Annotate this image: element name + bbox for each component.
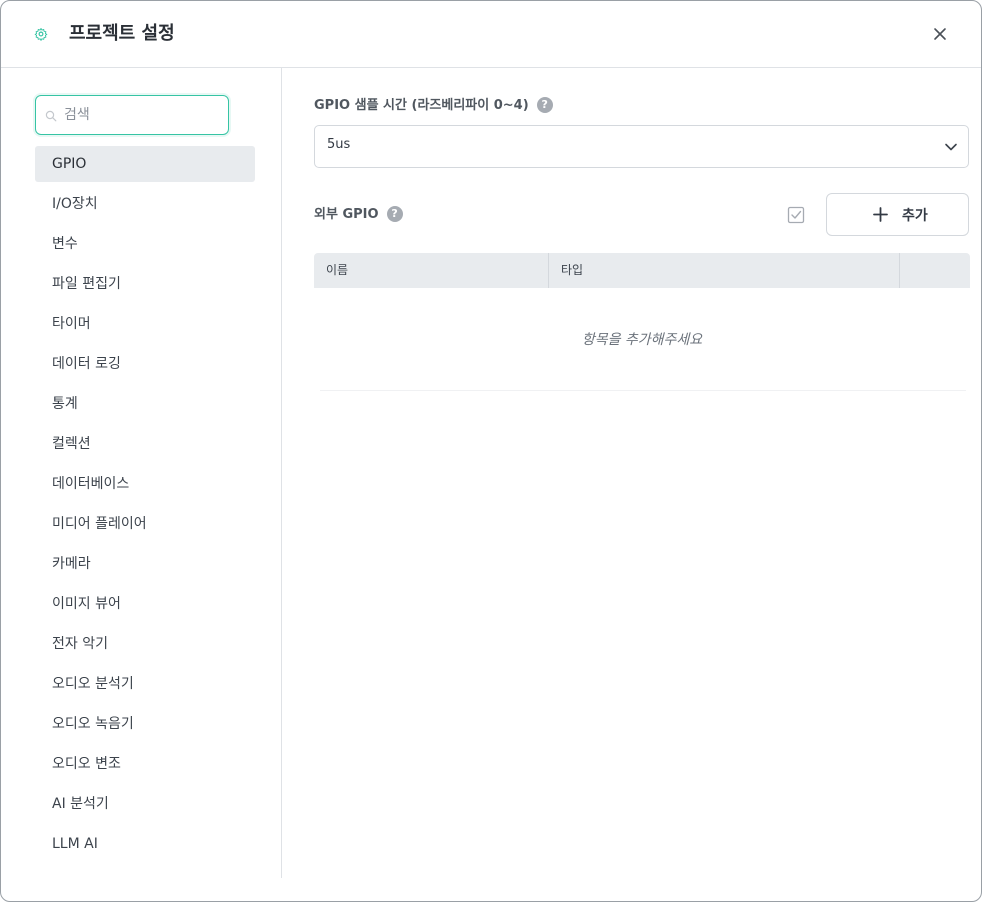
- sample-time-select[interactable]: 5us: [314, 125, 969, 168]
- column-header-actions: [900, 253, 970, 288]
- help-icon[interactable]: ?: [536, 96, 553, 113]
- search-box[interactable]: [35, 95, 229, 135]
- settings-sidebar: GPIO I/O장치변수파일 편집기타이머데이터 로깅통계컬렉션데이터베이스미디어…: [1, 68, 282, 878]
- sidebar-item[interactable]: 데이터베이스: [35, 466, 255, 502]
- sidebar-item[interactable]: 오디오 변조: [35, 746, 255, 782]
- check-all-icon[interactable]: [787, 206, 805, 224]
- close-icon[interactable]: [931, 25, 949, 43]
- sidebar-item[interactable]: 미디어 플레이어: [35, 506, 255, 542]
- sidebar-item[interactable]: LLM AI: [35, 826, 255, 862]
- plus-icon: [873, 207, 888, 222]
- sidebar-item[interactable]: GPIO: [35, 146, 255, 182]
- sidebar-item[interactable]: 변수: [35, 226, 255, 262]
- chevron-down-icon: [945, 143, 957, 151]
- sidebar-item[interactable]: 오디오 분석기: [35, 666, 255, 702]
- sidebar-item[interactable]: I/O장치: [35, 186, 255, 222]
- sidebar-item[interactable]: 카메라: [35, 546, 255, 582]
- help-icon[interactable]: ?: [386, 205, 403, 222]
- sidebar-item[interactable]: 데이터 로깅: [35, 346, 255, 382]
- sample-time-label: GPIO 샘플 시간 (라즈베리파이 0~4)?: [314, 96, 553, 116]
- table-empty-message: 항목을 추가해주세요: [581, 332, 703, 348]
- column-header-type[interactable]: 타입: [549, 253, 900, 288]
- table-divider: [320, 390, 966, 391]
- gpio-settings-panel: GPIO 샘플 시간 (라즈베리파이 0~4)? 5us 외부 GPIO? 추가…: [282, 68, 981, 901]
- gpio-table-header: 이름 타입: [314, 253, 970, 288]
- sidebar-item[interactable]: 파일 편집기: [35, 266, 255, 302]
- external-gpio-label: 외부 GPIO?: [314, 205, 403, 225]
- project-settings-dialog: 프로젝트 설정 GPIO I/O장치변수파일 편집기타이머데이터 로깅통계컬렉션데…: [0, 0, 982, 902]
- sidebar-item[interactable]: 컬렉션: [35, 426, 255, 462]
- sidebar-item[interactable]: 이미지 뷰어: [35, 586, 255, 622]
- sidebar-item[interactable]: 오디오 녹음기: [35, 706, 255, 742]
- column-header-name[interactable]: 이름: [314, 253, 549, 288]
- dialog-header: 프로젝트 설정: [1, 1, 981, 68]
- add-gpio-button[interactable]: 추가: [826, 193, 969, 236]
- settings-menu: GPIO I/O장치변수파일 편집기타이머데이터 로깅통계컬렉션데이터베이스미디어…: [35, 146, 255, 866]
- sidebar-item[interactable]: 타이머: [35, 306, 255, 342]
- sidebar-item[interactable]: AI 분석기: [35, 786, 255, 822]
- sidebar-item[interactable]: 통계: [35, 386, 255, 422]
- search-icon: [45, 110, 57, 122]
- sidebar-item[interactable]: 전자 악기: [35, 626, 255, 662]
- sample-time-value: 5us: [327, 137, 351, 152]
- search-input[interactable]: [64, 102, 222, 128]
- dialog-title: 프로젝트 설정: [69, 23, 175, 44]
- gear-icon: [34, 27, 48, 41]
- add-button-label: 추가: [902, 208, 928, 224]
